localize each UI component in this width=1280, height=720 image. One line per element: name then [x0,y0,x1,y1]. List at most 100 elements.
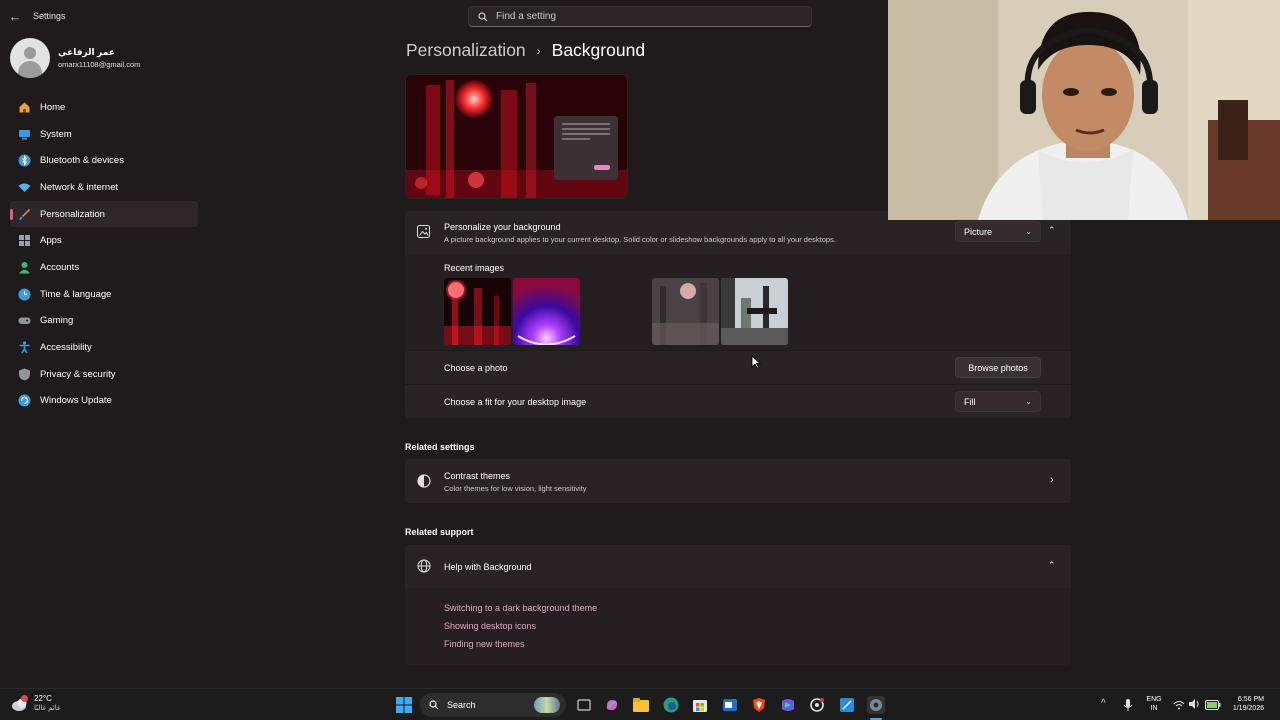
choose-photo-label: Choose a photo [444,363,508,373]
recent-image-thumbnail[interactable] [582,278,649,345]
edge-icon[interactable] [662,696,680,714]
sidebar-item-apps[interactable]: Apps [10,227,198,254]
recent-image-thumbnail[interactable] [513,278,580,345]
related-support-label: Related support [405,527,474,537]
accessibility-icon [17,341,31,355]
chevron-down-icon: ⌄ [1025,227,1032,236]
store-icon[interactable] [691,696,709,714]
task-view-icon[interactable] [575,696,593,714]
sidebar-item-time-language[interactable]: Time & language [10,281,198,308]
input-locale: IN [1150,705,1158,712]
personalize-background-title: Personalize your background [444,222,561,232]
help-background-title: Help with Background [444,562,532,572]
sidebar-item-home[interactable]: Home [10,94,198,121]
gaming-icon [17,314,31,328]
shield-icon [17,367,31,381]
tray-overflow-icon[interactable]: ^ [1101,698,1106,709]
wifi-icon[interactable] [1173,699,1185,713]
search-input[interactable] [496,11,796,22]
profile-email: omarx11108@gmail.com [58,60,141,69]
search-box[interactable] [468,6,812,27]
collapse-chevron-icon[interactable]: ⌃ [1048,225,1056,236]
sidebar-item-label: Accounts [40,261,80,273]
weather-widget[interactable]: 22°C غائم غالبًا [10,694,61,714]
back-button[interactable]: ← [0,0,30,32]
system-icon [17,127,31,141]
taskbar-search-label: Search [447,700,476,710]
chatgpt-icon[interactable] [808,696,826,714]
volume-icon[interactable] [1188,698,1200,713]
mouse-cursor-icon [751,355,762,372]
language-code: ENG [1146,696,1162,703]
language-indicator[interactable]: ENG IN [1143,695,1165,713]
start-button[interactable] [395,696,413,714]
sidebar-item-label: System [40,128,72,140]
settings-app-icon[interactable] [867,696,885,714]
sidebar-item-privacy-security[interactable]: Privacy & security [10,361,198,388]
breadcrumb-parent[interactable]: Personalization [406,40,526,61]
background-type-dropdown[interactable]: Picture ⌄ [955,221,1041,242]
collapse-chevron-icon[interactable]: ⌃ [1048,560,1056,571]
copilot-icon[interactable] [603,696,621,714]
clock[interactable]: 6:56 PM 1/19/2026 [1224,695,1264,713]
sidebar-item-network[interactable]: Network & internet [10,174,198,201]
page-title: Background [551,40,646,60]
settings-window: ← Settings عمر الرفاعي omarx11108@gmail.… [0,0,1280,688]
microphone-icon[interactable] [1123,698,1133,715]
avatar [10,38,50,78]
weather-cloud-icon [10,694,30,714]
sidebar-item-accounts[interactable]: Accounts [10,254,198,281]
user-profile[interactable]: عمر الرفاعي omarx11108@gmail.com [10,38,140,78]
search-icon [478,11,488,21]
related-settings-label: Related settings [405,442,475,452]
help-background-card: Help with Background ⌃ Switching to a da… [405,545,1071,665]
outlook-icon[interactable] [721,696,739,714]
bluetooth-icon [17,154,31,168]
sidebar-item-accessibility[interactable]: Accessibility [10,334,198,361]
sidebar-item-label: Personalization [40,208,105,220]
chevron-down-icon: ⌄ [1025,397,1032,406]
profile-name: عمر الرفاعي [58,47,115,57]
sidebar-item-label: Privacy & security [40,368,116,380]
recent-image-thumbnail[interactable] [652,278,719,345]
update-icon [17,394,31,408]
recent-image-thumbnail[interactable] [721,278,788,345]
back-arrow-icon: ← [8,8,22,24]
webcam-person-image [888,0,1280,220]
webcam-overlay [888,0,1280,220]
image-icon [417,225,430,241]
sidebar-item-gaming[interactable]: Gaming [10,308,198,335]
clock-time: 6:56 PM [1237,696,1264,703]
fit-dropdown[interactable]: Fill ⌄ [955,391,1041,412]
breadcrumb-separator: › [536,43,541,58]
apps-icon [17,234,31,248]
help-link[interactable]: Finding new themes [444,639,597,649]
browse-photos-button[interactable]: Browse photos [955,357,1041,378]
file-explorer-icon[interactable] [632,696,650,714]
microsoft-365-icon[interactable] [779,696,797,714]
sidebar-item-system[interactable]: System [10,121,198,148]
title-bar: ← Settings [0,0,400,32]
brave-icon[interactable] [750,696,768,714]
globe-clock-icon [17,287,31,301]
sidebar-item-personalization[interactable]: Personalization [10,200,198,228]
contrast-themes-title: Contrast themes [444,471,511,481]
sidebar-item-bluetooth[interactable]: Bluetooth & devices [10,147,198,174]
search-highlight-icon [534,697,560,713]
clock-date: 1/19/2026 [1232,705,1264,712]
contrast-themes-card[interactable]: Contrast themes Color themes for low vis… [405,459,1071,503]
taskbar-search[interactable]: Search [420,693,566,717]
home-icon [17,100,31,114]
snipping-tool-icon[interactable] [838,696,856,714]
help-link[interactable]: Showing desktop icons [444,621,597,631]
sidebar-item-windows-update[interactable]: Windows Update [10,388,198,415]
sidebar-item-label: Time & language [40,288,112,300]
weather-temperature: 22°C [34,694,52,703]
help-link[interactable]: Switching to a dark background theme [444,603,597,613]
recent-image-thumbnail[interactable] [444,278,511,345]
background-type-value: Picture [964,226,993,237]
brush-icon [17,207,31,221]
battery-icon[interactable] [1205,699,1221,713]
sidebar-nav: Home System Bluetooth & devices Network … [10,94,198,414]
app-title: Settings [33,11,66,21]
